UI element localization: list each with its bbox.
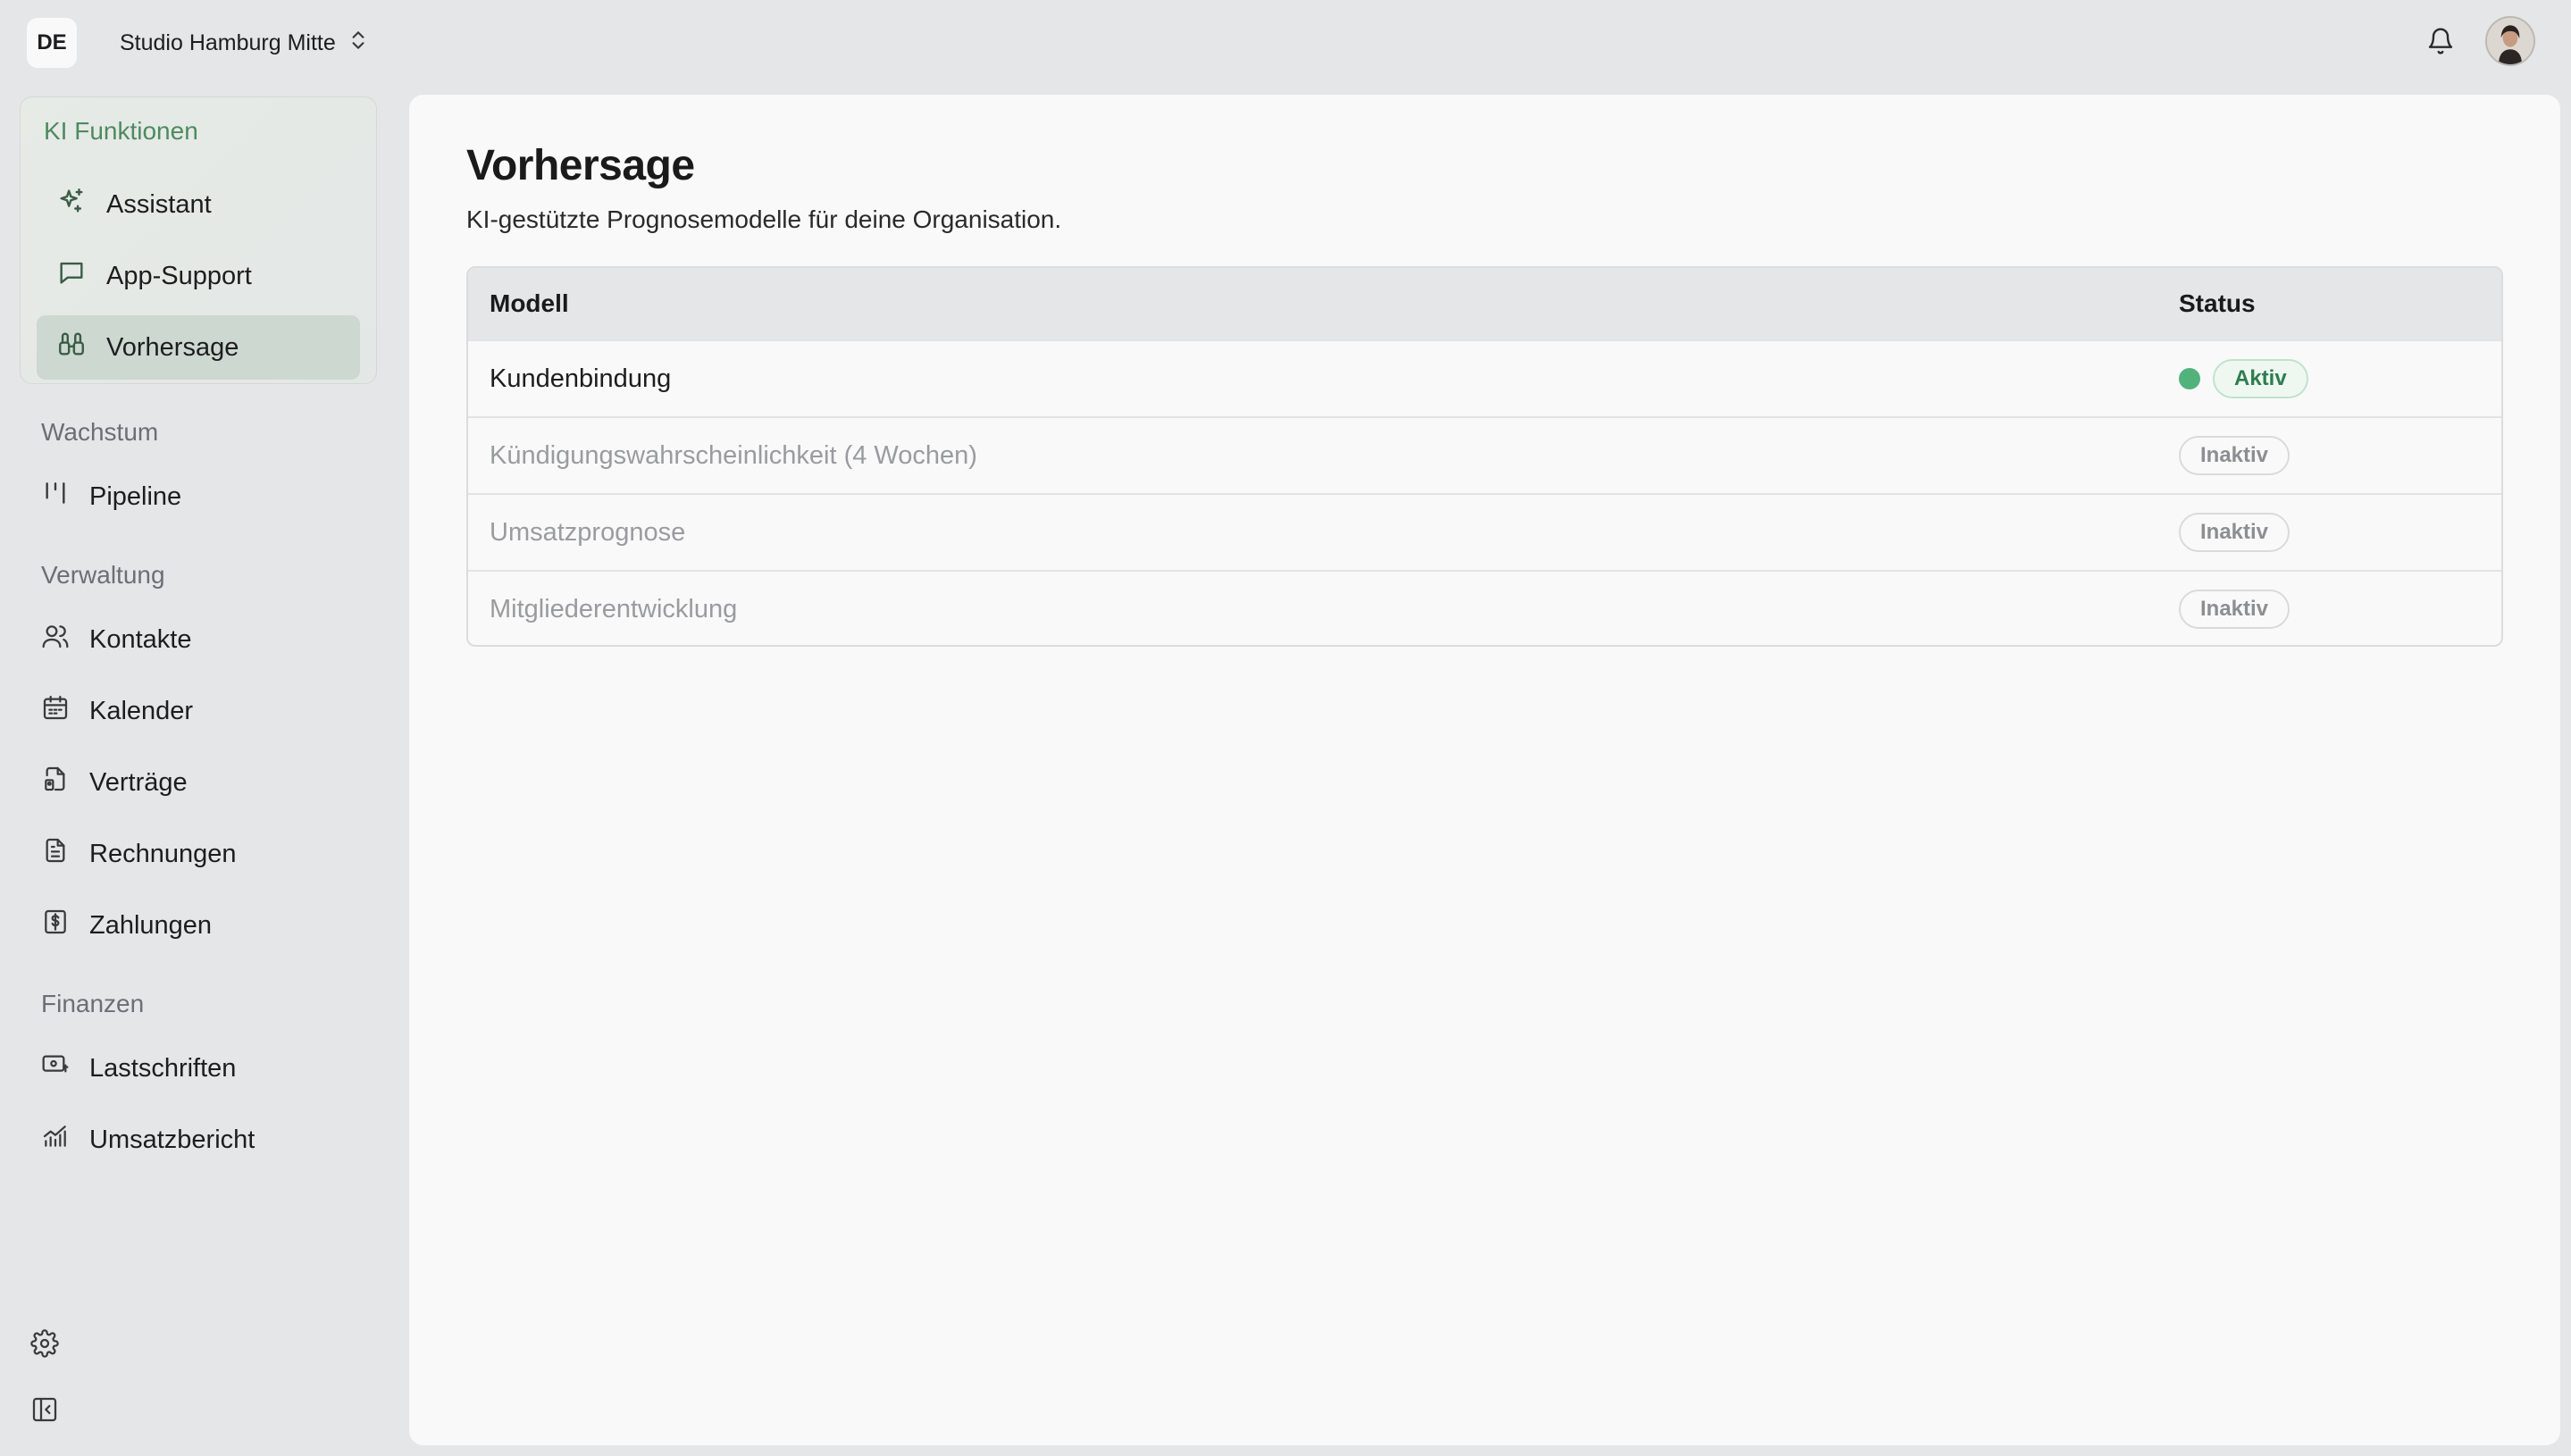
sidebar-item-app-support[interactable]: App-Support: [37, 244, 360, 308]
section-title-wachstum: Wachstum: [41, 418, 159, 446]
models-table: Modell Status Kundenbindung Aktiv Kündig…: [466, 266, 2503, 647]
contract-icon: [41, 765, 70, 800]
sidebar-item-vertraege[interactable]: Verträge: [30, 754, 370, 811]
sidebar-item-kontakte[interactable]: Kontakte: [30, 611, 370, 668]
status-badge: Inaktiv: [2179, 513, 2290, 552]
sidebar-item-label: App-Support: [106, 261, 252, 290]
status-cell: Aktiv: [2179, 341, 2308, 416]
sidebar-item-label: Rechnungen: [89, 839, 237, 868]
sidebar-item-vorhersage[interactable]: Vorhersage: [37, 315, 360, 380]
org-name: Studio Hamburg Mitte: [120, 29, 336, 55]
gear-icon[interactable]: [27, 1326, 63, 1361]
sidebar-item-label: Lastschriften: [89, 1053, 237, 1083]
org-switcher[interactable]: Studio Hamburg Mitte: [120, 25, 370, 61]
sidebar-item-label: Assistant: [106, 189, 212, 219]
status-badge: Inaktiv: [2179, 590, 2290, 629]
kanban-icon: [41, 479, 70, 515]
sidebar-item-label: Umsatzbericht: [89, 1125, 255, 1154]
bell-icon[interactable]: [2423, 23, 2458, 59]
model-name: Kündigungswahrscheinlichkeit (4 Wochen): [490, 440, 977, 470]
table-row[interactable]: Kundenbindung Aktiv: [468, 339, 2501, 416]
table-row[interactable]: Mitgliederentwicklung Inaktiv: [468, 570, 2501, 645]
users-icon: [41, 622, 70, 657]
model-name: Umsatzprognose: [490, 517, 686, 547]
sidebar-item-umsatzbericht[interactable]: Umsatzbericht: [30, 1111, 370, 1168]
sidebar-item-label: Zahlungen: [89, 910, 213, 940]
sidebar-item-label: Kalender: [89, 696, 194, 725]
sidebar: KI Funktionen Assistant App-Support Vorh…: [0, 95, 407, 1456]
binoculars-icon: [56, 329, 87, 366]
status-cell: Inaktiv: [2179, 495, 2290, 570]
sidebar-item-lastschriften[interactable]: Lastschriften: [30, 1040, 370, 1097]
main-panel: Vorhersage KI-gestützte Prognosemodelle …: [409, 95, 2560, 1445]
top-bar: DE Studio Hamburg Mitte: [0, 0, 2571, 95]
invoice-icon: [41, 836, 70, 872]
dollar-receipt-icon: [41, 908, 70, 943]
section-title-verwaltung: Verwaltung: [41, 561, 165, 589]
sidebar-item-rechnungen[interactable]: Rechnungen: [30, 825, 370, 883]
table-row[interactable]: Kündigungswahrscheinlichkeit (4 Wochen) …: [468, 416, 2501, 493]
chat-bubble-icon: [56, 257, 87, 295]
ai-section-title: KI Funktionen: [44, 117, 198, 145]
status-badge: Inaktiv: [2179, 436, 2290, 475]
collapse-sidebar-icon[interactable]: [27, 1392, 63, 1427]
page-subtitle: KI-gestützte Prognosemodelle für deine O…: [466, 205, 1062, 233]
avatar[interactable]: [2485, 16, 2535, 66]
sidebar-item-label: Kontakte: [89, 624, 192, 654]
sidebar-item-pipeline[interactable]: Pipeline: [30, 468, 370, 525]
status-cell: Inaktiv: [2179, 418, 2290, 493]
model-name: Kundenbindung: [490, 364, 672, 393]
table-header: Modell Status: [468, 268, 2501, 339]
status-badge: Aktiv: [2213, 359, 2308, 398]
calendar-icon: [41, 693, 70, 729]
chevron-up-down-icon: [347, 29, 370, 58]
status-dot: [2179, 368, 2200, 389]
sidebar-item-label: Verträge: [89, 767, 188, 797]
table-row[interactable]: Umsatzprognose Inaktiv: [468, 493, 2501, 570]
column-header-modell: Modell: [490, 289, 569, 317]
ai-features-card: KI Funktionen Assistant App-Support Vorh…: [20, 96, 377, 384]
page-title: Vorhersage: [466, 142, 695, 189]
sidebar-item-assistant[interactable]: Assistant: [37, 172, 360, 237]
bar-chart-icon: [41, 1122, 70, 1158]
status-cell: Inaktiv: [2179, 572, 2290, 645]
sidebar-item-label: Vorhersage: [106, 332, 239, 362]
sparkles-icon: [56, 186, 87, 223]
org-badge[interactable]: DE: [27, 18, 77, 68]
sidebar-item-label: Pipeline: [89, 481, 182, 511]
sidebar-item-kalender[interactable]: Kalender: [30, 682, 370, 740]
section-title-finanzen: Finanzen: [41, 990, 145, 1017]
column-header-status: Status: [2179, 289, 2256, 317]
model-name: Mitgliederentwicklung: [490, 594, 738, 623]
direct-debit-icon: [41, 1050, 70, 1086]
sidebar-item-zahlungen[interactable]: Zahlungen: [30, 897, 370, 954]
